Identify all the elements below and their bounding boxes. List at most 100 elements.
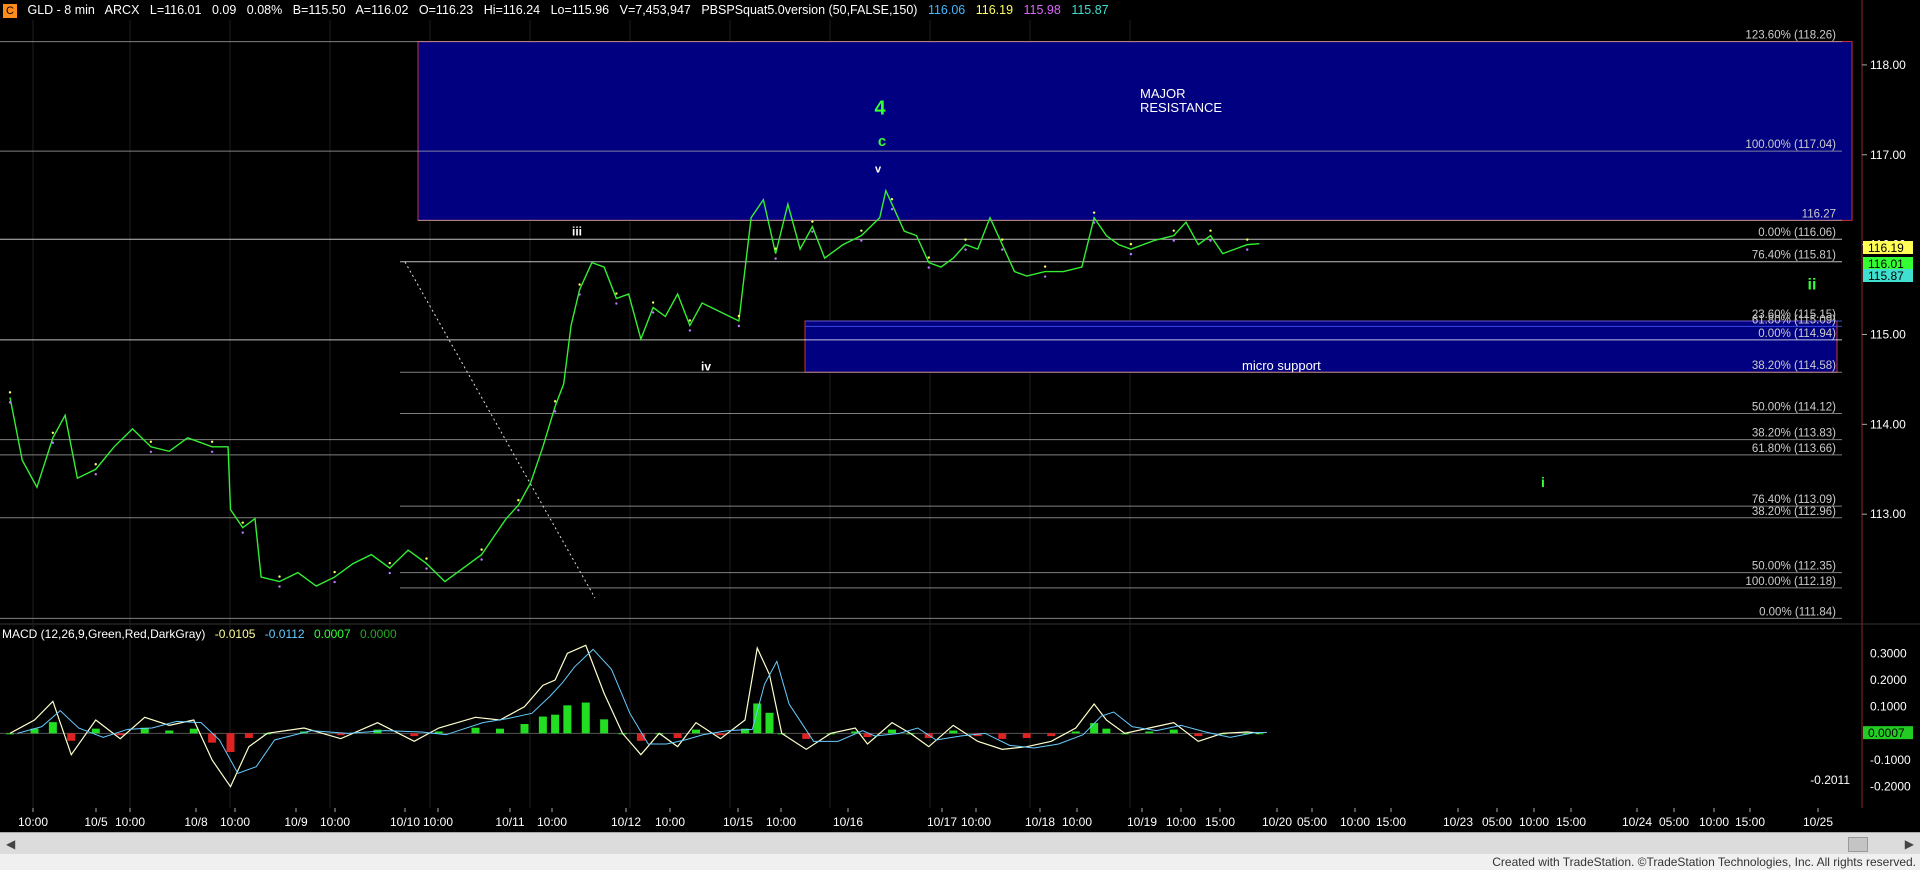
price-dot	[811, 220, 814, 223]
wave-label: i	[1541, 474, 1545, 490]
time-tick-label: 10:00	[655, 815, 685, 829]
price-series	[8, 188, 1260, 588]
fib-label: 38.20% (113.83)	[1752, 428, 1836, 440]
time-tick-label: 10/16	[833, 815, 863, 829]
wave-label: c	[878, 133, 886, 150]
wave-label: iii	[572, 225, 582, 239]
high-price: Hi=116.24	[483, 3, 541, 17]
price-dot	[480, 558, 483, 561]
fib-label: 123.60% (118.26)	[1745, 30, 1836, 42]
price-dot	[1246, 248, 1249, 251]
fib-label: 50.00% (114.12)	[1752, 402, 1836, 414]
price-tick-label: 118.00	[1870, 58, 1906, 72]
macd-hist-bar	[1194, 733, 1203, 737]
macd-hist-bar	[1071, 731, 1080, 734]
indicator-value-2: 116.19	[975, 3, 1014, 17]
open-price: O=116.23	[418, 3, 474, 17]
fib-label: 50.00% (112.35)	[1752, 561, 1836, 573]
price-dot	[688, 329, 692, 332]
price-dot	[51, 441, 55, 445]
pct-change: 0.08%	[246, 3, 283, 17]
price-tick-label: 113.00	[1870, 507, 1906, 521]
time-tick-label: 10:00	[537, 815, 567, 829]
price-dot	[615, 302, 618, 305]
price-dot	[425, 557, 428, 560]
price-dot	[553, 400, 557, 403]
fib-label: 0.00% (116.06)	[1758, 227, 1836, 239]
price-dot	[333, 580, 336, 584]
price-tags: 116.19116.01115.87	[1863, 241, 1913, 283]
chart-c-icon[interactable]: C	[3, 3, 17, 18]
macd-value-2: -0.0112	[264, 627, 305, 641]
macd-tick-label: 0.2000	[1870, 673, 1907, 687]
macd-hist-bar	[208, 733, 217, 743]
time-tick-label: 10/15	[723, 815, 753, 829]
price-dot	[1246, 238, 1249, 241]
macd-hist-bar	[1102, 728, 1111, 734]
scroll-thumb[interactable]	[1848, 837, 1868, 852]
price-dot	[517, 508, 520, 512]
time-tick-label: 10/23	[1443, 815, 1473, 829]
zone-rect	[804, 320, 1838, 373]
macd-hist-bar	[244, 733, 253, 738]
price-dot	[333, 570, 336, 574]
time-tick-label: 15:00	[1735, 815, 1765, 829]
price-dot	[1092, 221, 1096, 224]
macd-hist-bar	[1047, 733, 1056, 737]
time-tick-label: 10/12	[611, 815, 641, 829]
time-tick-label: 10/25	[1803, 815, 1833, 829]
price-dot	[241, 531, 244, 534]
macd-tick-label: 0.1000	[1870, 700, 1907, 714]
price-dot	[964, 238, 967, 241]
price-dot	[425, 567, 428, 570]
fib-label: 100.00% (117.04)	[1745, 139, 1836, 151]
time-tick-label: 10/19	[1127, 815, 1157, 829]
time-tick-label: 15:00	[1556, 815, 1586, 829]
time-tick-label: 10/10	[390, 815, 420, 829]
price-dot	[578, 293, 581, 296]
price-dot	[1129, 242, 1133, 246]
macd-header: MACD (12,26,9,Green,Red,DarkGray) -0.010…	[2, 627, 403, 641]
price-dot	[1001, 238, 1004, 241]
time-tick-label: 10:00	[1519, 815, 1549, 829]
price-dot	[890, 207, 894, 211]
horizontal-scrollbar[interactable]: ◀ ▶	[0, 832, 1920, 855]
price-tag-label: 115.87	[1868, 269, 1904, 283]
price-dot	[1001, 248, 1004, 251]
time-tick-label: 05:00	[1659, 815, 1689, 829]
macd-hist-bar	[563, 705, 572, 734]
scroll-right-icon[interactable]: ▶	[1905, 837, 1914, 851]
symbol-label: GLD - 8 min	[27, 3, 95, 17]
macd-panel: 0.3000 0.2000 0.1000 0.0007 -0.1000 -0.2000 -0…	[0, 644, 1913, 794]
price-dot	[811, 230, 814, 233]
price-tick-label: 114.00	[1870, 417, 1906, 431]
fib-label: 76.40% (115.81)	[1752, 250, 1836, 262]
scroll-left-icon[interactable]: ◀	[6, 837, 15, 851]
time-tick-label: 10:00	[18, 815, 48, 829]
price-tick-label: 117.00	[1870, 148, 1906, 162]
zone-label: MAJOR	[1140, 86, 1186, 101]
zone-rect	[417, 41, 1853, 221]
last-price: L=116.01	[149, 3, 202, 17]
wave-label: v	[875, 164, 882, 176]
time-tick-label: 10:00	[1340, 815, 1370, 829]
time-tick-label: 10/5	[84, 815, 108, 829]
wave-label: ii	[1808, 277, 1817, 294]
price-dot	[94, 473, 97, 476]
time-tick-label: 10:00	[1699, 815, 1729, 829]
price-dot	[927, 256, 930, 259]
macd-hist-bar	[496, 728, 504, 734]
macd-hist-bar	[1090, 723, 1099, 734]
chart-header: C GLD - 8 min ARCX L=116.01 0.09 0.08% B…	[0, 0, 1920, 20]
macd-hist-bar	[673, 733, 682, 738]
macd-hist-bar	[1022, 733, 1031, 738]
macd-hist-bar	[581, 702, 590, 734]
time-tick-label: 05:00	[1482, 815, 1512, 829]
price-dot	[517, 498, 520, 502]
zone-label: micro support	[1242, 358, 1321, 373]
price-dot	[651, 311, 655, 314]
macd-hist-bar	[226, 733, 235, 752]
time-tick-label: 10/11	[495, 815, 524, 829]
price-dot	[1172, 239, 1175, 242]
macd-hist-bar	[336, 733, 345, 736]
